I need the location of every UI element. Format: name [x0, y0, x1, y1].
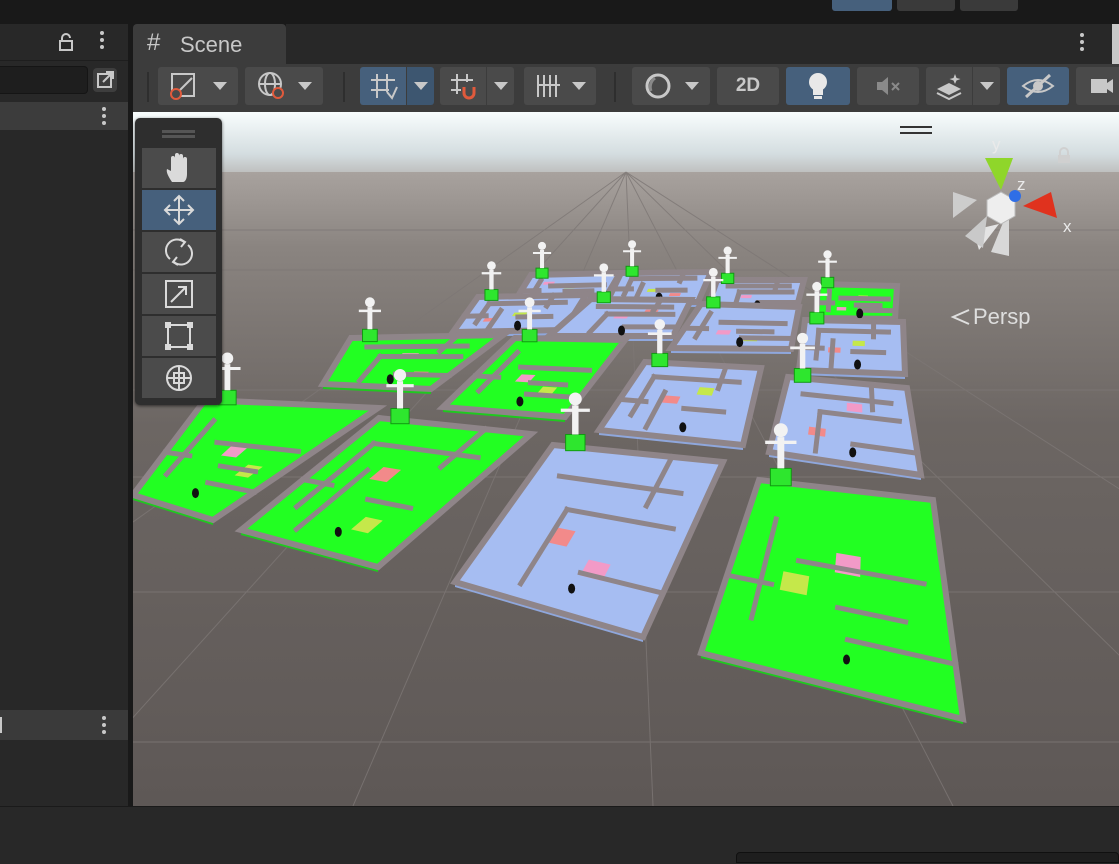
chevron-down-icon [494, 82, 508, 90]
projection-label: Persp [973, 304, 1030, 330]
chevron-down-icon [572, 82, 586, 90]
move-arrows-icon [162, 193, 196, 227]
gizmo-z-label: z [1017, 175, 1026, 194]
draw-mode-dropdown[interactable] [158, 67, 238, 105]
hash-icon: # [147, 29, 160, 57]
hand-icon [163, 152, 195, 184]
lock-icon[interactable] [58, 33, 74, 51]
rotate-tool-button[interactable] [142, 232, 216, 272]
scene-menu-icon[interactable] [1080, 33, 1084, 51]
grid-snapping-dropdown[interactable] [407, 67, 434, 105]
increment-snapping-dropdown[interactable] [487, 67, 514, 105]
row-menu-icon[interactable] [102, 716, 106, 734]
grid-snapping-toggle[interactable] [360, 67, 406, 105]
global-local-dropdown[interactable] [245, 67, 323, 105]
globe-icon [256, 70, 288, 102]
drag-handle-icon[interactable] [162, 130, 195, 133]
draw-mode-icon [169, 71, 199, 101]
open-window-icon[interactable] [90, 66, 120, 94]
hierarchy-scene-row[interactable] [0, 102, 128, 130]
hierarchy-selected-row[interactable] [0, 710, 128, 740]
hierarchy-panel [0, 24, 128, 806]
gizmo-x-label: x [1063, 217, 1072, 236]
rect-transform-icon [162, 319, 196, 353]
2d-toggle-button[interactable]: 2D [717, 67, 779, 105]
bottom-field[interactable] [736, 852, 1119, 863]
tab-scene[interactable]: # Scene [133, 24, 286, 64]
shading-sphere-icon [643, 71, 673, 101]
projection-toggle[interactable]: Persp [949, 304, 1030, 330]
tab-strip [286, 24, 1119, 64]
gizmo-neg-x-cone[interactable] [953, 192, 977, 218]
chevron-down-icon [980, 82, 994, 90]
scene-viewport[interactable]: y z x Persp [133, 112, 1119, 806]
gizmo-x-cone[interactable] [1023, 192, 1057, 218]
transform-icon [162, 361, 196, 395]
window-edge [1112, 24, 1119, 64]
effects-toggle[interactable] [926, 67, 972, 105]
chevron-down-icon [213, 82, 227, 90]
hand-tool-button[interactable] [142, 148, 216, 188]
tab-scene-label: Scene [180, 32, 242, 58]
chevron-down-icon [298, 82, 312, 90]
rect-tool-button[interactable] [142, 316, 216, 356]
hierarchy-search-input[interactable] [0, 66, 88, 94]
scene-row-menu-icon[interactable] [102, 107, 106, 125]
orientation-gizmo[interactable]: y z x [939, 132, 1089, 272]
snap-settings-icon [534, 71, 564, 101]
chevron-down-icon [685, 82, 699, 90]
hidden-objects-toggle[interactable] [1007, 67, 1069, 105]
top-strip [0, 0, 1119, 24]
increment-snapping-toggle[interactable] [440, 67, 486, 105]
2d-label: 2D [736, 75, 760, 97]
move-tool-button[interactable] [142, 190, 216, 230]
eye-slash-icon [1021, 72, 1055, 100]
effects-layers-icon [934, 71, 964, 101]
audio-toggle[interactable] [857, 67, 919, 105]
chevron-down-icon [414, 82, 428, 90]
gizmo-y-cone[interactable] [985, 158, 1013, 190]
tools-overlay [135, 118, 222, 405]
hierarchy-menu-icon[interactable] [100, 31, 104, 49]
scale-tool-button[interactable] [142, 274, 216, 314]
scene-toolbar: 2D [133, 64, 1119, 112]
effects-dropdown[interactable] [973, 67, 1000, 105]
transform-tool-button[interactable] [142, 358, 216, 398]
snap-settings-dropdown[interactable] [524, 67, 596, 105]
play-button[interactable] [832, 0, 892, 11]
magnet-grid-icon [448, 71, 478, 101]
gizmo-y-label: y [992, 135, 1001, 154]
perspective-icon [949, 306, 973, 328]
camera-icon [1083, 73, 1113, 99]
step-button[interactable] [960, 0, 1018, 11]
row-edge-marker [0, 717, 2, 733]
hierarchy-header [0, 24, 128, 61]
pause-button[interactable] [897, 0, 955, 11]
shading-mode-dropdown[interactable] [632, 67, 710, 105]
overlay-menu-icon[interactable] [900, 126, 932, 136]
camera-settings-button[interactable] [1076, 67, 1119, 105]
lighting-toggle[interactable] [786, 67, 850, 105]
scale-icon [162, 277, 196, 311]
grid-snap-icon [368, 71, 398, 101]
rotate-icon [162, 235, 196, 269]
lightbulb-icon [805, 71, 831, 101]
audio-mute-icon [873, 73, 903, 99]
